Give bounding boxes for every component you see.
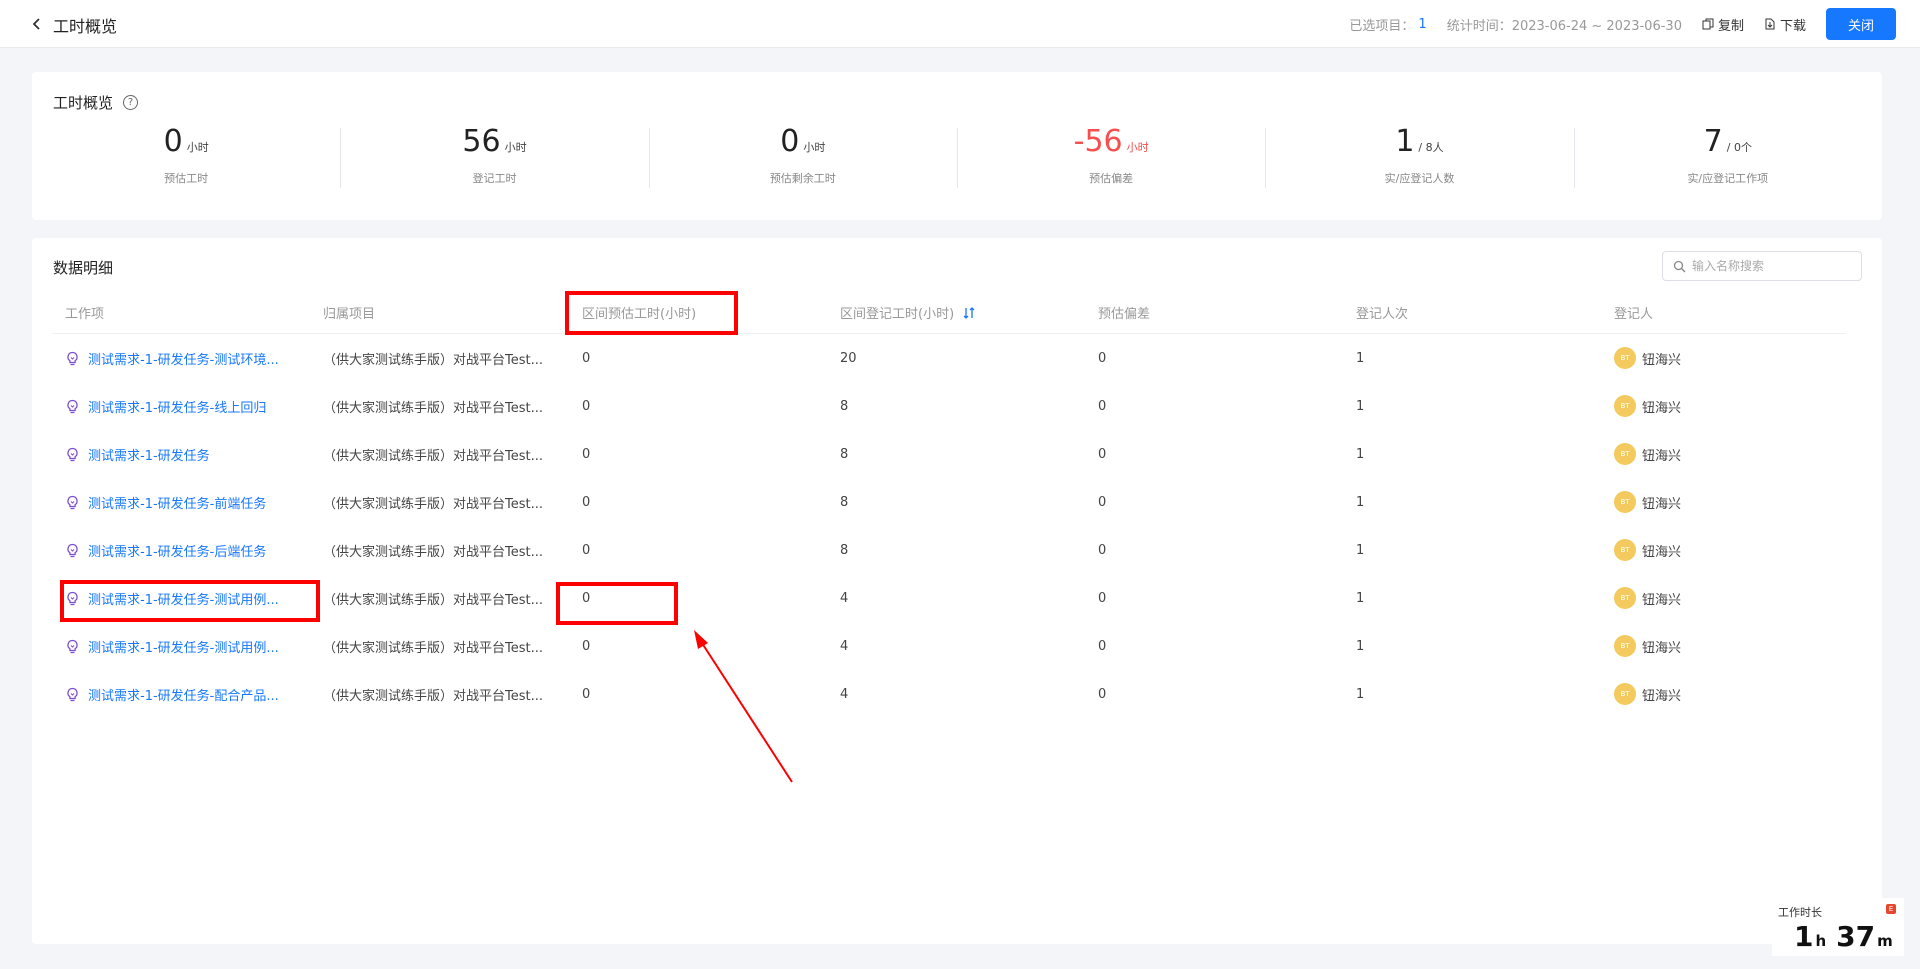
duration-hours-unit: h [1815, 932, 1827, 950]
annotation-arrow [694, 630, 793, 783]
work-duration-value: 1 h 37 m [1794, 920, 1903, 953]
work-duration-label: 工作时长 [1778, 906, 1822, 919]
duration-hours: 1 [1794, 920, 1814, 953]
duration-minutes-unit: m [1877, 932, 1893, 950]
timer-badge-icon: E [1886, 904, 1896, 914]
work-duration-widget[interactable]: 工作时长 E 1 h 37 m [1772, 898, 1904, 956]
duration-minutes: 37 [1836, 920, 1876, 953]
